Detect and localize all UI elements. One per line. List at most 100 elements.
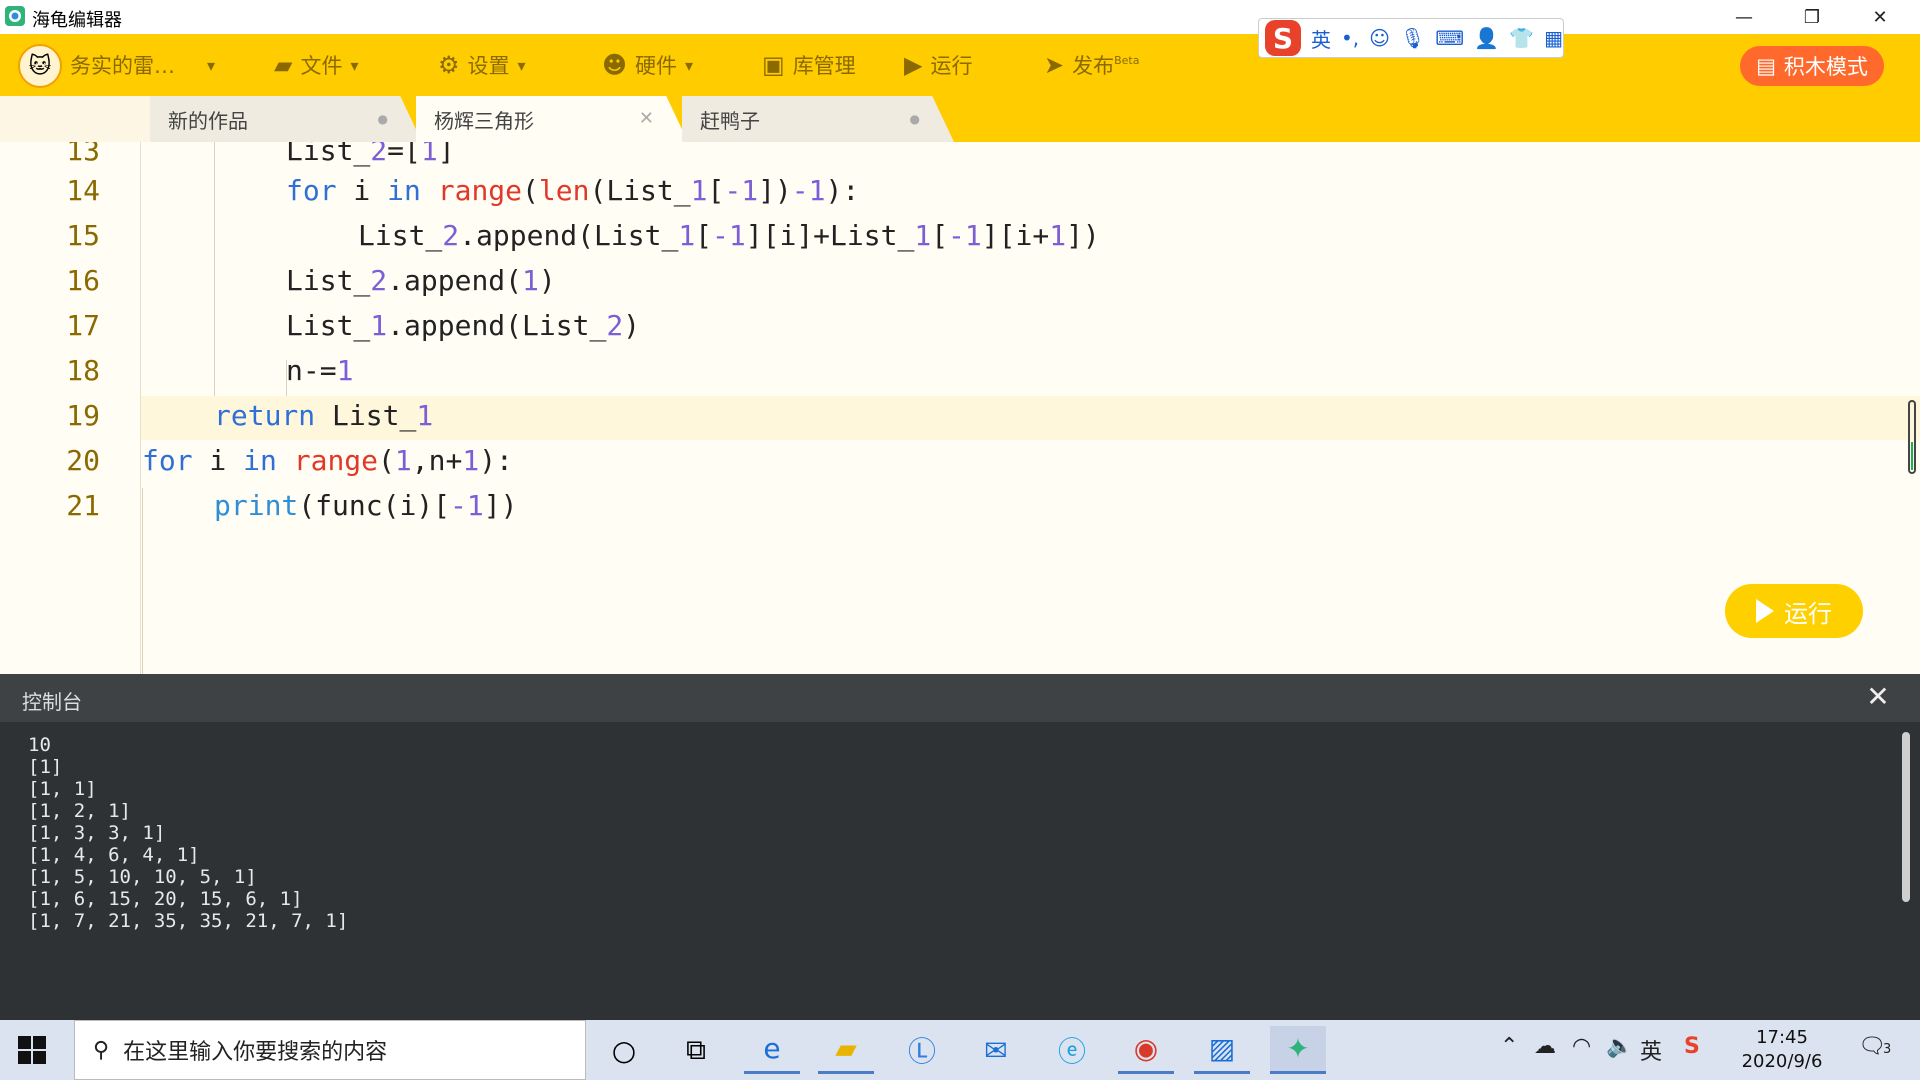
unsaved-dot-icon: ● [377, 112, 388, 126]
close-icon[interactable]: ✕ [1862, 680, 1894, 716]
file-menu[interactable]: ▰ 文件 ▾ [274, 34, 359, 96]
search-input[interactable]: 在这里输入你要搜索的内容 [123, 1034, 387, 1066]
line-number: 21 [66, 489, 100, 522]
code-line: List_2.append(1) [286, 264, 556, 297]
console-title: 控制台 [22, 690, 82, 714]
turtle-logo-icon [4, 5, 26, 27]
l-app-icon[interactable]: Ⓛ [894, 1026, 950, 1074]
window-title: 海龟编辑器 [32, 10, 122, 31]
hardware-menu-label: 硬件 [635, 54, 678, 78]
box-icon: ▣ [762, 51, 785, 79]
chat-bubble-icon: 🗨 [1858, 1034, 1886, 1059]
library-button[interactable]: ▣ 库管理 [762, 34, 856, 96]
sogou-logo-icon[interactable]: S [1265, 20, 1301, 56]
console-line: [1, 2, 1] [28, 800, 131, 822]
tab-chase-ducks[interactable]: 赶鸭子 ● [682, 96, 954, 142]
tabs-left-area [0, 96, 150, 142]
punctuation-toggle[interactable]: •, [1341, 26, 1359, 50]
microphone-icon[interactable]: 🎙 [1400, 26, 1425, 50]
console-header: 控制台 ✕ [0, 674, 1920, 722]
code-line: print(func(i)[-1]) [214, 489, 518, 522]
paper-plane-icon: ➤ [1044, 51, 1065, 79]
editor-scrollbar[interactable] [1908, 400, 1916, 474]
console-output[interactable]: 10 [1] [1, 1] [1, 2, 1] [1, 3, 3, 1] [1,… [0, 722, 1920, 1020]
run-button[interactable]: ▶ 运行 [904, 34, 972, 96]
notification-icon[interactable]: 🗨 3 [1858, 1034, 1891, 1059]
hardware-menu[interactable]: ☻ 硬件 ▾ [602, 34, 693, 96]
wifi-icon[interactable]: ◠ [1572, 1034, 1591, 1059]
code-editor[interactable]: 13 14 15 16 17 18 19 20 21 List_2=[1] fo… [0, 142, 1920, 674]
code-line: for i in range(len(List_1[-1])-1): [286, 174, 860, 207]
grid-icon[interactable]: ▦ [1544, 26, 1563, 50]
restore-button[interactable]: ❐ [1782, 0, 1842, 34]
indent-guide [214, 142, 215, 396]
file-menu-label: 文件 [300, 54, 343, 78]
search-icon: ⚲ [93, 1037, 110, 1063]
minimize-button[interactable]: — [1714, 0, 1774, 34]
mail-icon[interactable]: ✉ [968, 1026, 1024, 1074]
tab-yanghui-triangle[interactable]: 杨辉三角形 ✕ [416, 96, 688, 142]
keyboard-icon[interactable]: ⌨ [1435, 26, 1464, 50]
line-number: 20 [66, 444, 100, 477]
floating-run-button[interactable]: 运行 [1725, 584, 1863, 638]
settings-menu[interactable]: ⚙ 设置 ▾ [438, 34, 526, 96]
windows-start-icon[interactable] [18, 1036, 46, 1064]
edge-icon[interactable]: e [744, 1026, 800, 1074]
main-toolbar: 🐱 务实的雷… ▾ ▰ 文件 ▾ ⚙ 设置 ▾ ☻ 硬件 ▾ ▣ 库管理 ▶ 运… [0, 34, 1920, 96]
indent-guide [142, 488, 143, 674]
emoji-icon[interactable]: ☺ [1369, 26, 1390, 50]
console-line: [1] [28, 756, 63, 778]
line-number: 18 [66, 354, 100, 387]
tab-label: 新的作品 [168, 108, 248, 133]
task-view-icon[interactable]: ⧉ [668, 1026, 724, 1074]
input-language[interactable]: 英 [1640, 1034, 1662, 1066]
play-icon [1756, 599, 1774, 623]
photos-icon[interactable]: ▨ [1194, 1026, 1250, 1074]
tab-new-work[interactable]: 新的作品 ● [150, 96, 422, 142]
clock[interactable]: 17:45 2020/9/6 [1740, 1026, 1824, 1074]
console-line: [1, 5, 10, 10, 5, 1] [28, 866, 257, 888]
console-line: [1, 7, 21, 35, 35, 21, 7, 1] [28, 910, 349, 932]
line-number: 17 [66, 309, 100, 342]
windows-taskbar: ⚲ 在这里输入你要搜索的内容 ○ ⧉ e ▰ Ⓛ ✉ ⓔ ◉ ▨ ✦ ⌃ ☁ ◠… [0, 1020, 1920, 1080]
ime-mode-toggle[interactable]: 英 [1311, 24, 1331, 53]
volume-icon[interactable]: 🔈 [1606, 1034, 1633, 1059]
code-line: List_2.append(List_1[-1][i]+List_1[-1][i… [358, 219, 1100, 252]
user-name: 务实的雷… [70, 54, 175, 78]
settings-menu-label: 设置 [467, 54, 510, 78]
block-mode-button[interactable]: ▤ 积木模式 [1740, 46, 1884, 86]
sogou-tray-icon[interactable]: S [1684, 1034, 1700, 1059]
avatar[interactable]: 🐱 [18, 44, 62, 88]
tab-label: 杨辉三角形 [434, 108, 534, 133]
block-mode-label: 积木模式 [1783, 55, 1868, 79]
notification-count: 3 [1882, 1042, 1892, 1057]
unsaved-dot-icon: ● [909, 112, 920, 126]
console-line: 10 [28, 734, 51, 756]
taskbar-search[interactable]: ⚲ 在这里输入你要搜索的内容 [74, 1020, 586, 1080]
line-number: 15 [66, 219, 100, 252]
chevron-down-icon: ▾ [207, 55, 216, 75]
shirt-icon[interactable]: 👕 [1509, 26, 1534, 50]
user-icon[interactable]: 👤 [1474, 26, 1499, 50]
cortana-icon[interactable]: ○ [596, 1026, 652, 1074]
close-window-button[interactable]: ✕ [1850, 0, 1910, 34]
cloud-icon[interactable]: ☁ [1534, 1034, 1556, 1059]
run-label: 运行 [930, 54, 973, 78]
console-scrollbar[interactable] [1902, 732, 1910, 902]
user-menu[interactable]: 务实的雷… ▾ [70, 34, 215, 96]
file-explorer-icon[interactable]: ▰ [818, 1026, 874, 1074]
line-number: 14 [66, 174, 100, 207]
library-label: 库管理 [792, 54, 856, 78]
browser-e-icon[interactable]: ⓔ [1044, 1026, 1100, 1074]
beta-badge: Beta [1114, 53, 1140, 67]
publish-button[interactable]: ➤ 发布 Beta [1044, 34, 1139, 96]
line-number: 16 [66, 264, 100, 297]
floating-run-label: 运行 [1784, 599, 1832, 628]
code-line: for i in range(1,n+1): [142, 444, 513, 477]
chrome-icon[interactable]: ◉ [1118, 1026, 1174, 1074]
close-icon[interactable]: ✕ [639, 108, 654, 129]
code-line: return List_1 [214, 399, 434, 432]
chevron-up-icon[interactable]: ⌃ [1500, 1034, 1518, 1059]
console-line: [1, 1] [28, 778, 97, 800]
turtle-editor-taskbar-icon[interactable]: ✦ [1270, 1026, 1326, 1074]
